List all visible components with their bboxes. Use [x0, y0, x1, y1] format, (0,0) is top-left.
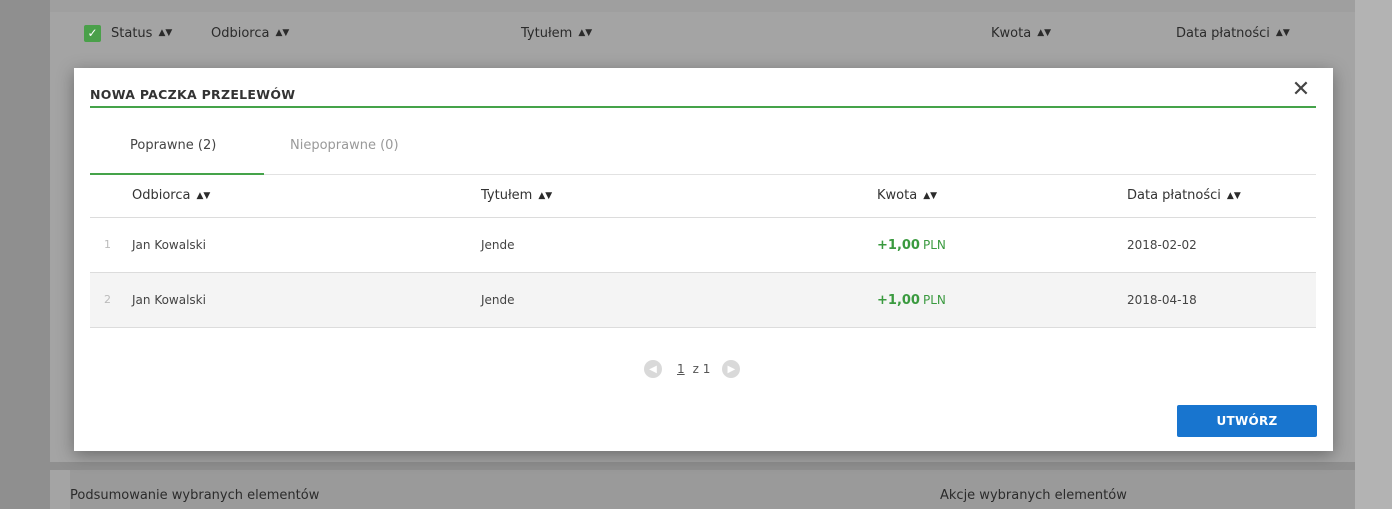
background-divider [50, 462, 1355, 470]
close-icon[interactable]: ✕ [1289, 78, 1313, 102]
col-title[interactable]: Tytułem ▲▼ [481, 188, 552, 203]
sort-icon: ▲▼ [578, 28, 593, 38]
bg-col-status-label: Status [111, 25, 153, 41]
sort-icon: ▲▼ [196, 190, 211, 201]
background-sidebar [0, 0, 50, 509]
row-recipient: Jan Kowalski [132, 293, 206, 307]
page-total: z 1 [692, 362, 711, 376]
row-date: 2018-04-18 [1127, 293, 1197, 307]
row-recipient: Jan Kowalski [132, 238, 206, 252]
table-row[interactable]: 2 Jan Kowalski Jende +1,00 PLN 2018-04-18 [90, 273, 1316, 328]
bg-col-date[interactable]: Data płatności ▲▼ [1176, 26, 1290, 41]
current-page[interactable]: 1 [674, 362, 688, 376]
bg-col-recipient[interactable]: Odbiorca ▲▼ [211, 26, 521, 41]
bg-col-title-label: Tytułem [521, 25, 573, 41]
background-right-edge [1355, 0, 1392, 509]
amount-currency: PLN [922, 293, 946, 307]
bg-col-date-label: Data płatności [1176, 25, 1270, 41]
chevron-right-icon[interactable]: ▶ [722, 360, 741, 378]
row-title: Jende [481, 293, 515, 307]
col-amount-label: Kwota [877, 188, 918, 203]
tab-invalid[interactable]: Niepoprawne (0) [290, 138, 399, 153]
amount-value: +1,00 [877, 238, 920, 253]
col-title-label: Tytułem [481, 188, 533, 203]
bg-col-amount[interactable]: Kwota ▲▼ [991, 26, 1176, 41]
col-recipient[interactable]: Odbiorca ▲▼ [132, 188, 210, 203]
pagination: ◀ 1 z 1 ▶ [644, 359, 741, 379]
col-date-label: Data płatności [1127, 188, 1221, 203]
bg-col-amount-label: Kwota [991, 25, 1032, 41]
table-row[interactable]: 1 Jan Kowalski Jende +1,00 PLN 2018-02-02 [90, 218, 1316, 273]
background-table-header: ✓ Status ▲▼ Odbiorca ▲▼ Tytułem ▲▼ Kwota… [84, 22, 1346, 44]
new-transfer-batch-modal: NOWA PACZKA PRZELEWÓW ✕ Poprawne (2) Nie… [74, 68, 1333, 451]
actions-label: Akcje wybranych elementów [940, 488, 1127, 503]
sort-icon: ▲▼ [1037, 28, 1052, 38]
amount-currency: PLN [922, 238, 946, 252]
sort-icon: ▲▼ [1275, 28, 1290, 38]
col-amount[interactable]: Kwota ▲▼ [877, 188, 937, 203]
sort-icon: ▲▼ [158, 28, 173, 38]
title-underline [90, 106, 1316, 108]
row-number: 2 [104, 293, 111, 306]
tabs: Poprawne (2) Niepoprawne (0) [90, 126, 1316, 175]
row-number: 1 [104, 238, 111, 251]
sort-icon: ▲▼ [538, 190, 553, 201]
sort-icon: ▲▼ [1226, 190, 1241, 201]
bg-col-title[interactable]: Tytułem ▲▼ [521, 26, 991, 41]
select-all-checkbox[interactable]: ✓ [84, 24, 101, 42]
row-amount: +1,00 PLN [877, 293, 946, 308]
row-amount: +1,00 PLN [877, 238, 946, 253]
chevron-left-icon[interactable]: ◀ [644, 360, 662, 378]
col-recipient-label: Odbiorca [132, 188, 191, 203]
sort-icon: ▲▼ [275, 28, 290, 38]
row-title: Jende [481, 238, 515, 252]
sort-icon: ▲▼ [923, 190, 938, 201]
bg-col-recipient-label: Odbiorca [211, 25, 270, 41]
transfers-table: Odbiorca ▲▼ Tytułem ▲▼ Kwota ▲▼ Data pła… [90, 175, 1316, 328]
create-button[interactable]: UTWÓRZ [1177, 405, 1317, 437]
amount-value: +1,00 [877, 293, 920, 308]
tab-valid[interactable]: Poprawne (2) [130, 138, 216, 153]
summary-label: Podsumowanie wybranych elementów [70, 488, 320, 503]
row-date: 2018-02-02 [1127, 238, 1197, 252]
modal-title: NOWA PACZKA PRZELEWÓW [90, 87, 296, 102]
bg-col-status[interactable]: Status ▲▼ [111, 26, 211, 41]
col-date[interactable]: Data płatności ▲▼ [1127, 188, 1241, 203]
table-header: Odbiorca ▲▼ Tytułem ▲▼ Kwota ▲▼ Data pła… [90, 175, 1316, 218]
